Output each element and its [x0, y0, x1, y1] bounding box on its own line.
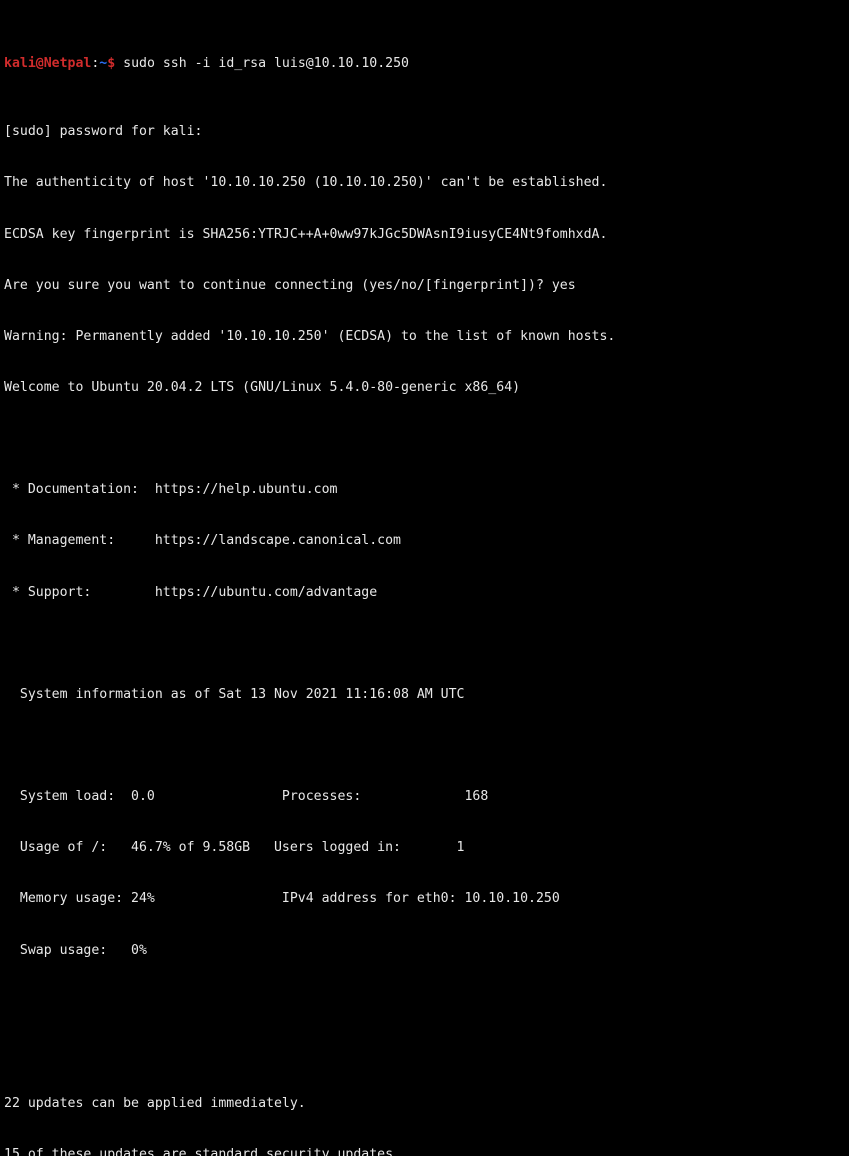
terminal-line-welcome-ubuntu: Welcome to Ubuntu 20.04.2 LTS (GNU/Linux…: [4, 380, 521, 396]
terminal-line-security-updates-count: 15 of these updates are standard securit…: [4, 1147, 401, 1156]
terminal-line-blank-5: [4, 1044, 849, 1061]
terminal-line-blank-1: [4, 430, 849, 447]
terminal-line-memory-usage: Memory usage: 24% IPv4 address for eth0:…: [4, 891, 560, 907]
terminal-line-swap-usage: Swap usage: 0%: [4, 942, 147, 958]
terminal-line-blank-2: [4, 635, 849, 652]
terminal-line-updates-count: 22 updates can be applied immediately.: [4, 1096, 306, 1111]
terminal-line-continue-connecting: Are you sure you want to continue connec…: [4, 277, 576, 293]
terminal-line-support: * Support: https://ubuntu.com/advantage: [4, 584, 378, 600]
terminal-line-command-ssh: kali@Netpal:~$ sudo ssh -i id_rsa luis@1…: [4, 55, 849, 72]
prompt-user-kali: kali@Netpal: [4, 56, 92, 72]
terminal-line-sudo-password: [sudo] password for kali:: [4, 124, 203, 140]
terminal-line-usage-of-root: Usage of /: 46.7% of 9.58GB Users logged…: [4, 840, 465, 856]
prompt-dollar: $: [107, 56, 116, 72]
terminal-line-blank-3: [4, 737, 849, 754]
terminal-line-documentation: * Documentation: https://help.ubuntu.com: [4, 482, 338, 498]
terminal-line-system-load: System load: 0.0 Processes: 168: [4, 789, 489, 805]
terminal-line-management: * Management: https://landscape.canonica…: [4, 533, 401, 549]
terminal-line-system-information-header: System information as of Sat 13 Nov 2021…: [4, 686, 465, 702]
command-text: sudo ssh -i id_rsa luis@10.10.10.250: [115, 56, 409, 72]
terminal-window[interactable]: kali@Netpal:~$ sudo ssh -i id_rsa luis@1…: [0, 0, 849, 1156]
terminal-line-blank-4: [4, 993, 849, 1010]
terminal-line-ecdsa-fingerprint: ECDSA key fingerprint is SHA256:YTRJC++A…: [4, 226, 608, 242]
terminal-line-known-hosts-warning: Warning: Permanently added '10.10.10.250…: [4, 328, 616, 344]
terminal-line-host-authenticity: The authenticity of host '10.10.10.250 (…: [4, 175, 608, 191]
